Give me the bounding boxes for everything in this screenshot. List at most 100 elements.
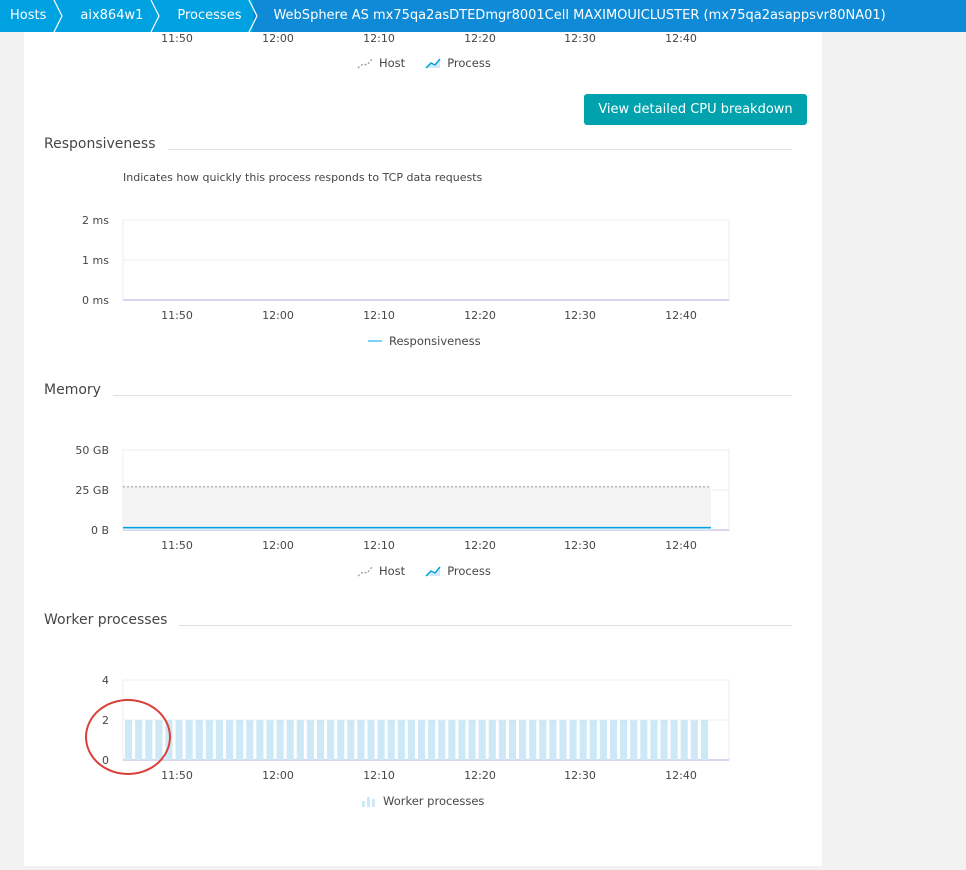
worker-bar xyxy=(650,720,658,760)
x-tick-label: 12:00 xyxy=(262,309,294,322)
breadcrumb-label: Processes xyxy=(177,8,242,23)
host-memory-area xyxy=(123,486,711,530)
memory-chart: 50 GB 25 GB 0 B 11:50 12:00 12:10 12:20 12:30 12… xyxy=(75,444,730,552)
line-legend-icon xyxy=(368,340,382,342)
worker-bar xyxy=(579,720,587,760)
worker-bar xyxy=(175,720,183,760)
worker-bar xyxy=(529,720,537,760)
breadcrumb-label: aix864w1 xyxy=(80,8,144,23)
y-tick-label: 0 ms xyxy=(82,294,109,307)
worker-bar xyxy=(630,720,638,760)
x-tick-label: 11:50 xyxy=(161,769,193,782)
worker-bar xyxy=(468,720,476,760)
worker-bar xyxy=(559,720,567,760)
worker-bar xyxy=(498,720,506,760)
x-tick-label: 11:50 xyxy=(161,32,193,45)
bar-legend-icon xyxy=(362,797,375,807)
worker-bar xyxy=(488,720,496,760)
cpu-chart-x-axis: 11:50 12:00 12:10 12:20 12:30 12:40 xyxy=(161,32,697,45)
worker-bar xyxy=(609,720,618,760)
worker-bar xyxy=(690,720,698,760)
worker-bar xyxy=(569,720,577,760)
worker-bar xyxy=(296,720,304,760)
x-tick-label: 12:20 xyxy=(464,32,496,45)
breadcrumb: Hosts aix864w1 Processes WebSphere AS mx… xyxy=(0,0,966,32)
host-legend-icon xyxy=(357,566,373,577)
responsiveness-description: Indicates how quickly this process respo… xyxy=(123,171,483,184)
x-tick-label: 12:30 xyxy=(564,32,596,45)
cpu-legend: Host Process xyxy=(357,56,505,70)
x-tick-label: 12:20 xyxy=(464,309,496,322)
x-tick-label: 11:50 xyxy=(161,309,193,322)
y-tick-label: 0 B xyxy=(91,524,109,537)
worker-bar xyxy=(508,720,517,760)
y-tick-label: 4 xyxy=(102,674,109,687)
legend-label: Process xyxy=(447,56,491,70)
worker-bar xyxy=(589,720,597,760)
memory-legend: Host Process xyxy=(357,564,505,578)
worker-bar xyxy=(185,720,193,760)
worker-bar xyxy=(428,720,436,760)
y-tick-label: 50 GB xyxy=(75,444,109,457)
worker-bar xyxy=(478,720,486,760)
y-tick-label: 1 ms xyxy=(82,254,109,267)
worker-bar xyxy=(236,720,244,760)
worker-bar xyxy=(458,720,466,760)
worker-bar xyxy=(226,720,234,760)
view-cpu-breakdown-button[interactable]: View detailed CPU breakdown xyxy=(584,94,807,125)
worker-bar xyxy=(519,720,527,760)
worker-bar xyxy=(195,720,203,760)
worker-bar xyxy=(327,720,335,760)
worker-bar xyxy=(306,720,314,760)
breadcrumb-label: Hosts xyxy=(10,8,47,23)
breadcrumb-item-hosts[interactable]: Hosts xyxy=(0,0,64,32)
chevron-right-icon xyxy=(248,0,259,32)
legend-item-host[interactable]: Host xyxy=(357,56,405,70)
breadcrumb-current: WebSphere AS mx75qa2asDTEDmgr8001Cell MA… xyxy=(253,0,966,32)
responsiveness-title: Responsiveness xyxy=(44,136,168,152)
x-tick-label: 12:00 xyxy=(262,32,294,45)
x-tick-label: 12:20 xyxy=(464,769,496,782)
worker-bar xyxy=(246,720,254,760)
annotation-circle xyxy=(85,699,171,775)
worker-bar xyxy=(286,720,294,760)
host-legend-icon xyxy=(357,58,373,69)
chevron-right-icon xyxy=(53,0,64,32)
breadcrumb-item-host[interactable]: aix864w1 xyxy=(58,0,161,32)
legend-label: Responsiveness xyxy=(389,334,481,348)
y-tick-label: 2 ms xyxy=(82,214,109,227)
worker-bar xyxy=(276,720,284,760)
worker-bar xyxy=(700,720,708,760)
legend-item-process[interactable]: Process xyxy=(425,564,491,578)
legend-item-responsiveness[interactable]: Responsiveness xyxy=(367,334,481,348)
x-tick-label: 12:00 xyxy=(262,539,294,552)
worker-bar xyxy=(347,720,355,760)
legend-item-worker-processes[interactable]: Worker processes xyxy=(361,794,484,808)
breadcrumb-label: WebSphere AS mx75qa2asDTEDmgr8001Cell MA… xyxy=(273,8,886,23)
x-tick-label: 11:50 xyxy=(161,539,193,552)
worker-processes-title: Worker processes xyxy=(44,612,180,628)
legend-item-process[interactable]: Process xyxy=(425,56,491,70)
section-divider xyxy=(112,395,792,396)
chevron-right-icon xyxy=(150,0,161,32)
worker-bar xyxy=(397,720,405,760)
x-tick-label: 12:40 xyxy=(665,32,697,45)
x-tick-label: 12:20 xyxy=(464,539,496,552)
worker-bar xyxy=(418,720,426,760)
x-tick-label: 12:10 xyxy=(363,539,395,552)
x-tick-label: 12:10 xyxy=(363,309,395,322)
worker-bar xyxy=(407,720,415,760)
memory-title: Memory xyxy=(44,382,113,398)
responsiveness-legend: Responsiveness xyxy=(367,334,495,348)
legend-item-host[interactable]: Host xyxy=(357,564,405,578)
x-tick-label: 12:10 xyxy=(363,769,395,782)
worker-bar xyxy=(205,720,213,760)
worker-bar xyxy=(357,720,365,760)
section-divider xyxy=(154,149,792,150)
x-tick-label: 12:30 xyxy=(564,539,596,552)
worker-bar xyxy=(316,720,325,760)
worker-bar xyxy=(438,720,446,760)
worker-bar xyxy=(367,720,375,760)
worker-bar xyxy=(266,720,274,760)
breadcrumb-item-processes[interactable]: Processes xyxy=(155,0,259,32)
